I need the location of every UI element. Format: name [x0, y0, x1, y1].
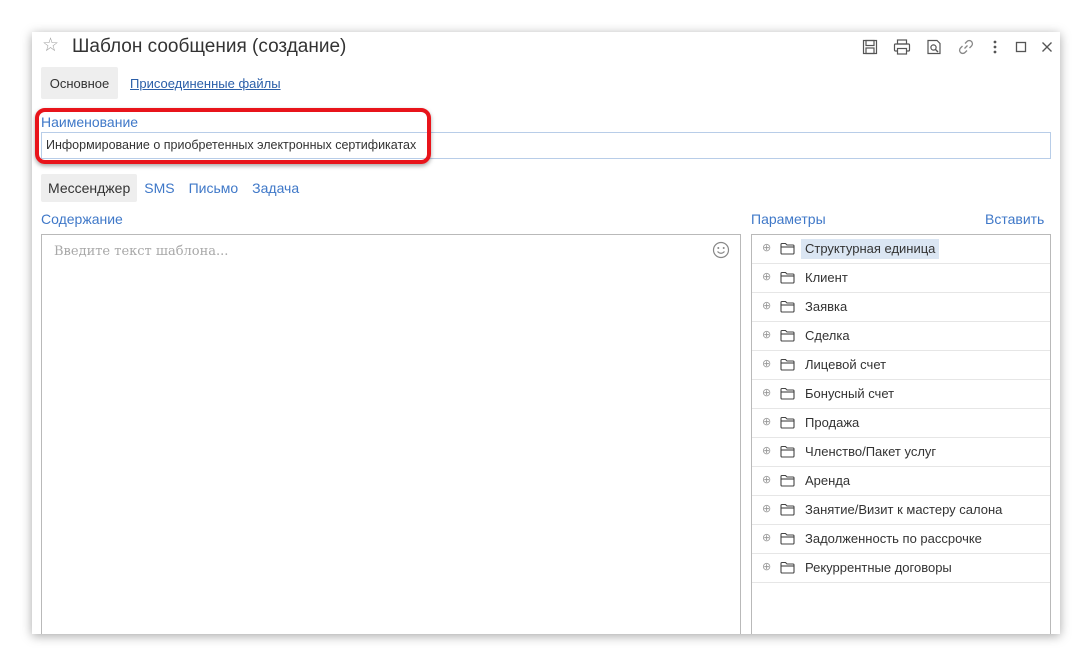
expand-plus-icon[interactable]: ⊕ [762, 387, 771, 399]
folder-icon [780, 387, 795, 403]
tree-item-label: Заявка [805, 299, 848, 314]
expand-plus-icon[interactable]: ⊕ [762, 532, 771, 544]
tree-row[interactable]: ⊕ Аренда [752, 467, 1050, 496]
window-title: Шаблон сообщения (создание) [72, 36, 347, 57]
title-bar: ☆ Шаблон сообщения (создание) [32, 32, 1060, 62]
tree-item-label: Продажа [805, 415, 860, 430]
tree-row[interactable]: ⊕ Рекуррентные договоры [752, 554, 1050, 583]
folder-icon [780, 474, 795, 490]
expand-plus-icon[interactable]: ⊕ [762, 445, 771, 457]
tree-item-label: Лицевой счет [805, 357, 887, 372]
folder-icon [780, 561, 795, 577]
expand-plus-icon[interactable]: ⊕ [762, 300, 771, 312]
close-icon[interactable] [1034, 36, 1060, 58]
tree-row[interactable]: ⊕ Сделка [752, 322, 1050, 351]
params-tree: ⊕ Структурная единица ⊕ Клиент ⊕ Заявка ⊕ Сделк… [751, 234, 1051, 634]
link-icon[interactable] [950, 36, 982, 58]
template-window: ☆ Шаблон сообщения (создание) Основное П… [32, 32, 1060, 634]
print-icon[interactable] [886, 36, 918, 58]
expand-plus-icon[interactable]: ⊕ [762, 271, 771, 283]
name-label: Наименование [41, 114, 139, 130]
folder-icon [780, 503, 795, 519]
tree-row[interactable]: ⊕ Членство/Пакет услуг [752, 438, 1050, 467]
tree-item-label: Членство/Пакет услуг [805, 444, 937, 459]
tree-item-label: Занятие/Визит к мастеру салона [805, 502, 1003, 517]
tree-row[interactable]: ⊕ Лицевой счет [752, 351, 1050, 380]
tree-row[interactable]: ⊕ Занятие/Визит к мастеру салона [752, 496, 1050, 525]
expand-plus-icon[interactable]: ⊕ [762, 242, 771, 254]
folder-icon [780, 329, 795, 345]
params-label: Параметры [751, 211, 826, 227]
tree-row[interactable]: ⊕ Клиент [752, 264, 1050, 293]
folder-icon [780, 358, 795, 374]
content-textarea[interactable]: Введите текст шаблона... [41, 234, 741, 634]
tab-main[interactable]: Основное [41, 67, 118, 99]
tab-messenger[interactable]: Мессенджер [41, 174, 138, 202]
maximize-icon[interactable] [1008, 36, 1034, 58]
expand-plus-icon[interactable]: ⊕ [762, 561, 771, 573]
tree-item-label: Задолженность по рассрочке [805, 531, 982, 546]
tree-item-label: Структурная единица [801, 239, 940, 259]
tree-row[interactable]: ⊕ Задолженность по рассрочке [752, 525, 1050, 554]
tree-item-label: Клиент [805, 270, 848, 285]
insert-button[interactable]: Вставить [985, 211, 1044, 227]
emoji-icon[interactable] [712, 241, 730, 262]
folder-icon [780, 416, 795, 432]
window-toolbar [854, 36, 1060, 58]
tree-row[interactable]: ⊕ Бонусный счет [752, 380, 1050, 409]
content-label: Содержание [41, 211, 123, 227]
tab-task[interactable]: Задача [245, 174, 306, 202]
favorite-star-icon[interactable]: ☆ [42, 35, 59, 57]
folder-icon [780, 271, 795, 287]
tree-item-label: Рекуррентные договоры [805, 560, 952, 575]
save-icon[interactable] [854, 36, 886, 58]
channel-tabs: Мессенджер SMS Письмо Задача [41, 174, 306, 202]
more-icon[interactable] [982, 36, 1008, 58]
preview-icon[interactable] [918, 36, 950, 58]
tab-email[interactable]: Письмо [182, 174, 246, 202]
name-input[interactable]: Информирование о приобретенных электронн… [41, 132, 1051, 159]
folder-icon [780, 300, 795, 316]
expand-plus-icon[interactable]: ⊕ [762, 474, 771, 486]
tree-row[interactable]: ⊕ Заявка [752, 293, 1050, 322]
folder-icon [780, 242, 795, 258]
tree-item-label: Бонусный счет [805, 386, 895, 401]
folder-icon [780, 532, 795, 548]
expand-plus-icon[interactable]: ⊕ [762, 503, 771, 515]
tree-item-label: Сделка [805, 328, 850, 343]
folder-icon [780, 445, 795, 461]
tree-item-label: Аренда [805, 473, 851, 488]
expand-plus-icon[interactable]: ⊕ [762, 329, 771, 341]
tree-row[interactable]: ⊕ Структурная единица [752, 235, 1050, 264]
content-placeholder: Введите текст шаблона... [54, 244, 229, 259]
expand-plus-icon[interactable]: ⊕ [762, 416, 771, 428]
tab-sms[interactable]: SMS [137, 174, 181, 202]
tab-attached-files[interactable]: Присоединенные файлы [130, 67, 281, 99]
tree-row[interactable]: ⊕ Продажа [752, 409, 1050, 438]
expand-plus-icon[interactable]: ⊕ [762, 358, 771, 370]
